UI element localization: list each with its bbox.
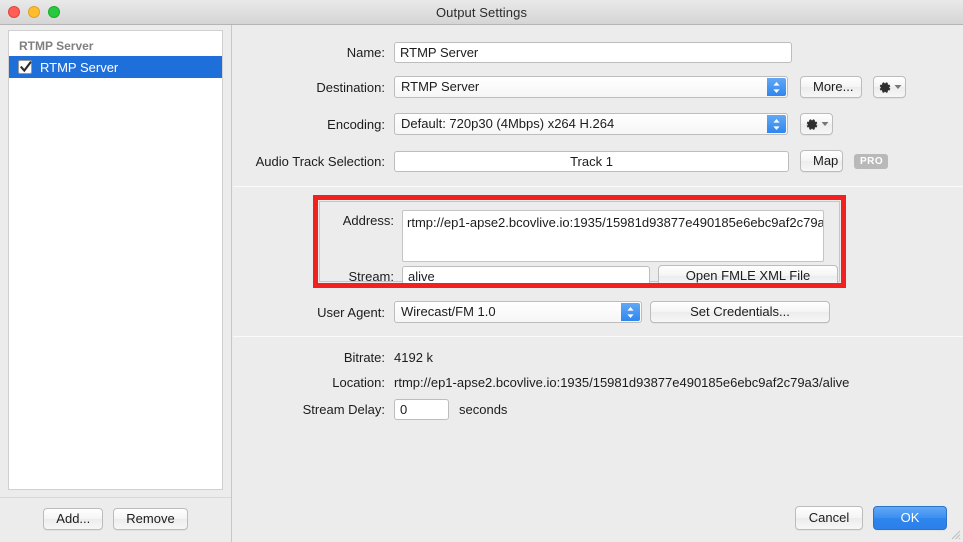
add-button[interactable]: Add... [43,508,104,530]
divider-top [233,186,963,187]
encoding-label: Encoding: [327,116,385,132]
chevron-updown-icon [767,115,786,133]
checkmark-icon [20,61,32,73]
gear-icon [806,118,818,130]
location-label: Location: [332,375,385,390]
address-label: Address: [342,213,394,228]
sidebar-actions: Add... Remove [0,497,231,530]
location-value: rtmp://ep1-apse2.bcovlive.io:1935/15981d… [394,375,850,390]
address-row: Address: rtmp://ep1-apse2.bcovlive.io:19… [320,210,839,262]
name-input[interactable]: RTMP Server [394,42,792,63]
name-row: Name: RTMP Server [233,42,963,63]
address-stream-group: Address: rtmp://ep1-apse2.bcovlive.io:19… [319,201,840,287]
chevron-down-icon [821,122,829,126]
destination-value: RTMP Server [401,79,480,94]
stream-delay-row: Stream Delay: 0 seconds [233,399,963,420]
remove-button[interactable]: Remove [113,508,188,530]
open-fmle-xml-file-button[interactable]: Open FMLE XML File [658,265,838,287]
resize-grip-icon[interactable] [949,528,961,540]
bitrate-value: 4192 k [394,350,434,365]
encoding-select[interactable]: Default: 720p30 (4Mbps) x264 H.264 [394,113,788,135]
stream-row: Stream: alive Open FMLE XML File [320,265,839,287]
rtmp-server-checkbox[interactable] [18,60,32,74]
encoding-value: Default: 720p30 (4Mbps) x264 H.264 [401,116,615,131]
dialog-actions: Cancel OK [795,506,947,530]
sidebar-group-header: RTMP Server [19,39,94,53]
minimize-button[interactable] [28,6,40,18]
destination-row: Destination: RTMP Server More... [233,76,963,98]
audio-track-row: Audio Track Selection: Track 1 Map PRO [233,150,963,172]
destination-select[interactable]: RTMP Server [394,76,788,98]
sidebar-item-rtmp-server[interactable]: RTMP Server [9,56,222,78]
stream-label: Stream: [348,268,394,284]
bitrate-row: Bitrate: 4192 k [233,350,963,365]
pro-badge: PRO [854,153,889,169]
main-pane: Name: RTMP Server Destination: RTMP Serv… [233,25,963,542]
output-settings-window: Output Settings RTMP Server RTMP Server … [0,0,963,542]
stream-delay-label: Stream Delay: [302,402,385,417]
sidebar-item-label: RTMP Server [40,59,119,75]
sidebar: RTMP Server RTMP Server Add... Remove [0,25,232,542]
encoding-row: Encoding: Default: 720p30 (4Mbps) x264 H… [233,113,963,135]
cancel-button[interactable]: Cancel [795,506,863,530]
divider-bottom [233,336,963,337]
user-agent-row: User Agent: Wirecast/FM 1.0 Set Credenti… [233,301,963,323]
bitrate-label: Bitrate: [343,350,385,365]
map-button[interactable]: Map [800,150,843,172]
stream-delay-units: seconds [459,402,508,417]
chevron-updown-icon [767,78,786,96]
window-title: Output Settings [435,4,528,20]
chevron-down-icon [894,85,902,89]
window-traffic-lights [8,6,60,18]
chevron-updown-icon [621,303,640,321]
user-agent-value: Wirecast/FM 1.0 [401,304,496,319]
encoding-gear-button[interactable] [800,113,833,135]
audio-track-input[interactable]: Track 1 [394,150,789,172]
user-agent-select[interactable]: Wirecast/FM 1.0 [394,301,642,323]
more-button[interactable]: More... [800,76,862,98]
destination-list[interactable]: RTMP Server RTMP Server [8,30,223,490]
ok-button[interactable]: OK [873,506,947,530]
close-button[interactable] [8,6,20,18]
name-label: Name: [346,45,385,60]
gear-icon [879,81,891,93]
user-agent-label: User Agent: [317,304,385,320]
destination-label: Destination: [316,79,385,95]
audio-track-label: Audio Track Selection: [255,153,385,169]
address-input[interactable]: rtmp://ep1-apse2.bcovlive.io:1935/15981d… [402,210,824,262]
zoom-button[interactable] [48,6,60,18]
destination-gear-button[interactable] [873,76,906,98]
set-credentials-button[interactable]: Set Credentials... [650,301,830,323]
stream-input[interactable]: alive [402,265,650,287]
stream-delay-input[interactable]: 0 [394,399,449,420]
location-row: Location: rtmp://ep1-apse2.bcovlive.io:1… [233,375,963,390]
title-bar: Output Settings [0,0,963,25]
